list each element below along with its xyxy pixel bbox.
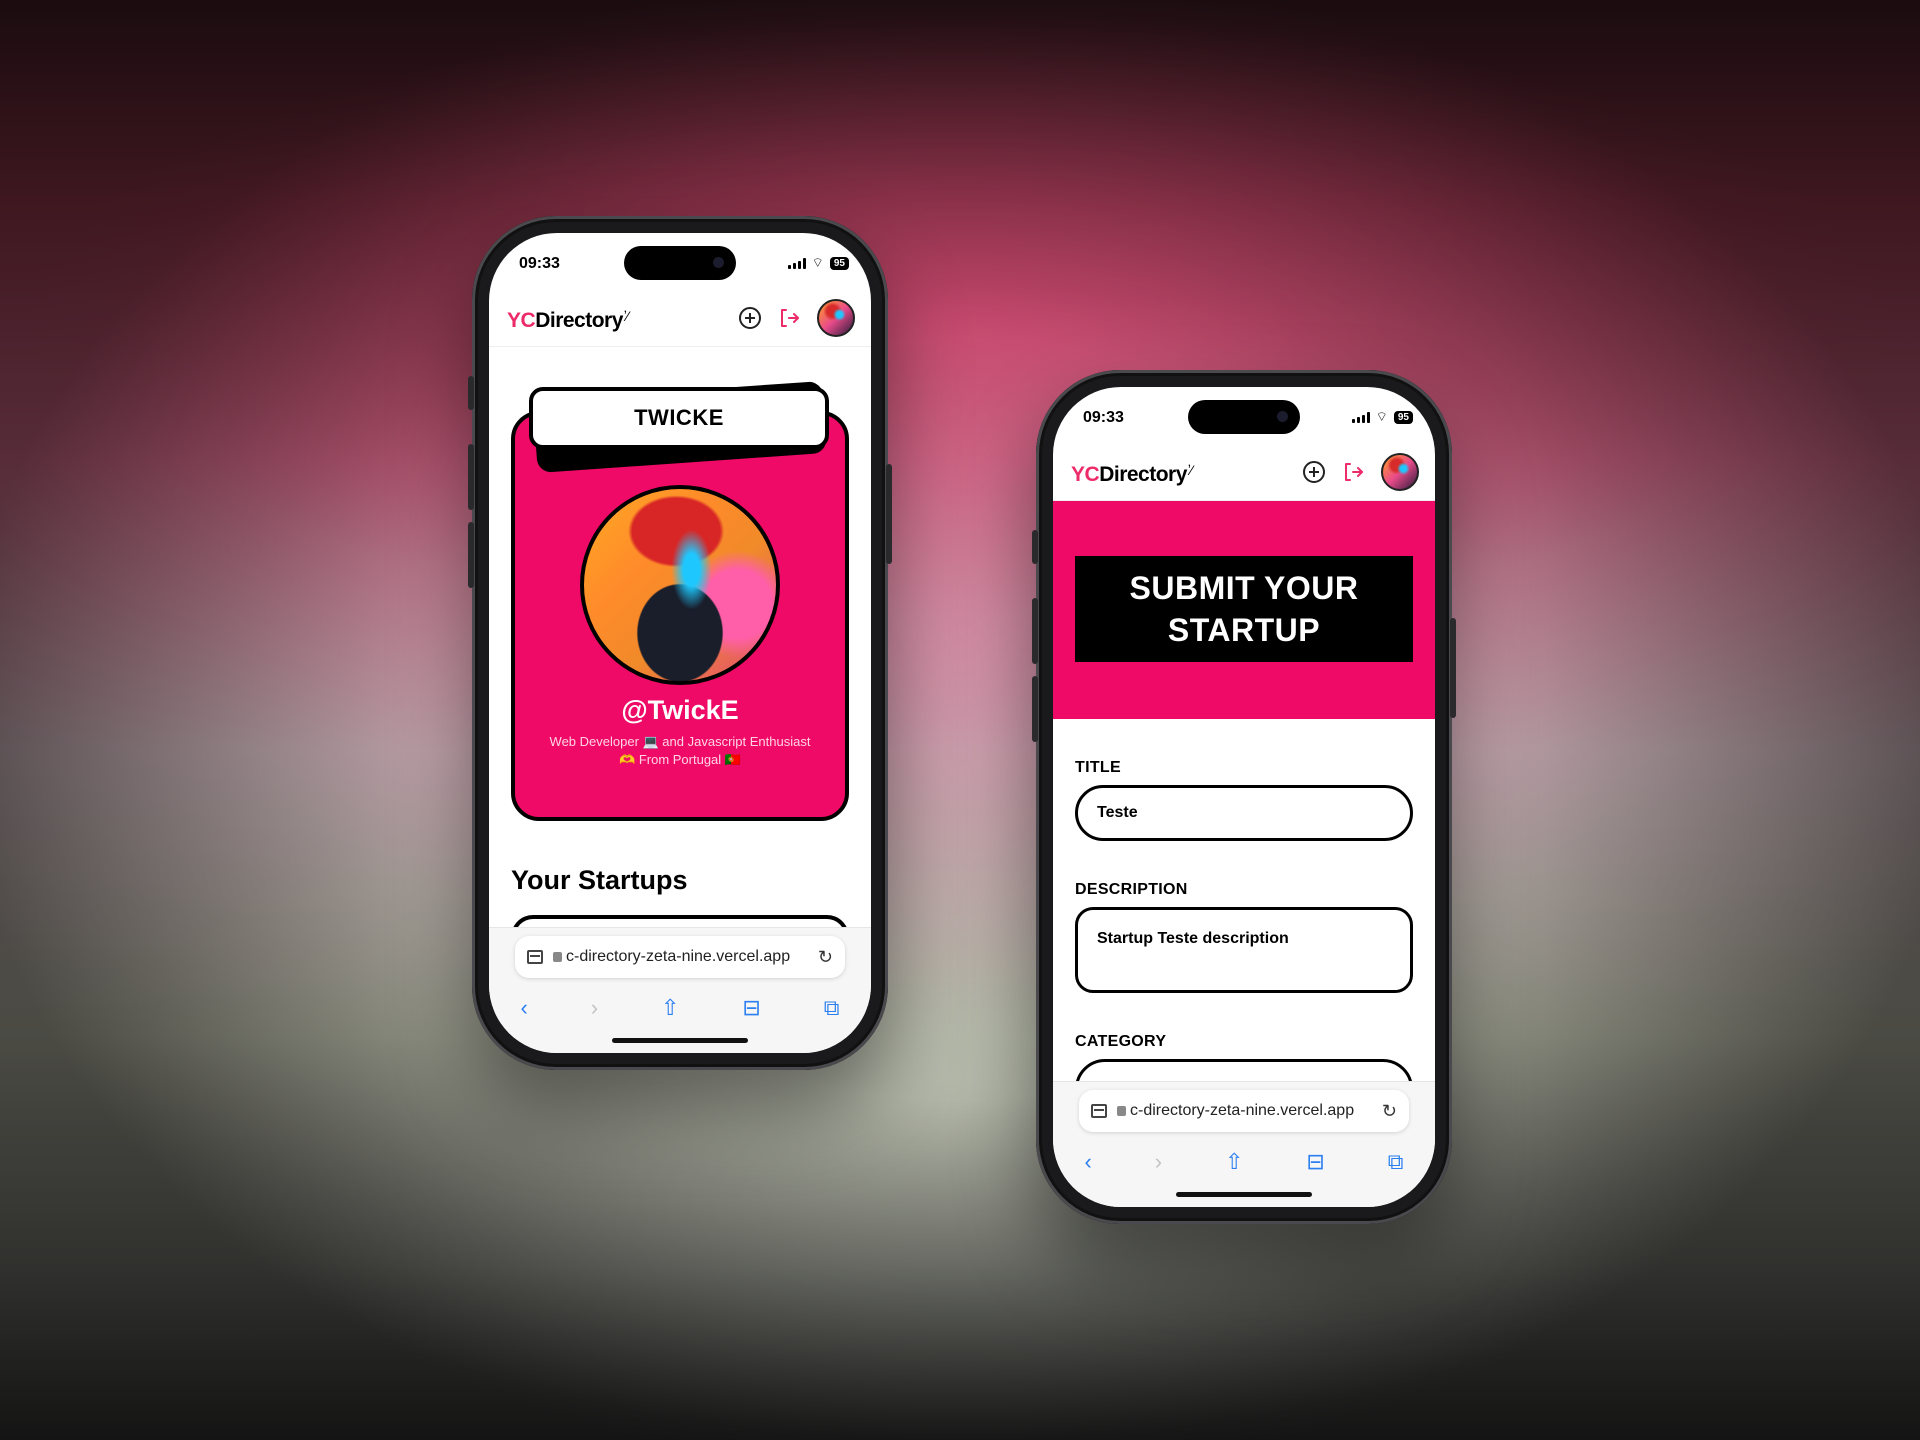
description-label: DESCRIPTION — [1075, 881, 1188, 898]
wifi-icon: ⌔ — [811, 255, 824, 270]
home-indicator — [612, 1038, 748, 1043]
title-label: TITLE — [1075, 759, 1121, 776]
tabs-icon[interactable]: ⧉ — [824, 995, 840, 1021]
bookmarks-icon[interactable]: ⊟ — [1306, 1149, 1324, 1175]
share-icon[interactable]: ⇧ — [1225, 1149, 1243, 1175]
tabs-icon[interactable]: ⧉ — [1388, 1149, 1404, 1175]
status-bar: 09:33 ⌔ 95 — [489, 233, 871, 289]
dynamic-island — [1188, 400, 1300, 434]
create-icon[interactable] — [739, 307, 761, 329]
page-icon[interactable] — [527, 950, 543, 964]
battery-indicator: 95 — [1393, 410, 1413, 424]
user-avatar[interactable] — [817, 299, 855, 337]
profile-bio: Web Developer 💻 and Javascript Enthusias… — [549, 734, 811, 767]
browser-bar: c-directory-zeta-nine.vercel.app ↻ ‹ › ⇧… — [1053, 1081, 1435, 1207]
profile-avatar — [580, 485, 780, 685]
lock-icon — [1117, 1106, 1126, 1116]
back-icon[interactable]: ‹ — [520, 995, 527, 1021]
back-icon[interactable]: ‹ — [1084, 1149, 1091, 1175]
create-icon[interactable] — [1303, 461, 1325, 483]
brand-logo[interactable]: YCDirectoryʼ⁄ — [507, 308, 629, 333]
logout-icon[interactable] — [1341, 460, 1365, 484]
browser-toolbar: ‹ › ⇧ ⊟ ⧉ — [1053, 1142, 1435, 1182]
screen-create: 09:33 ⌔ 95 YCDirectoryʼ⁄ SUBMIT YOUR STA… — [1053, 387, 1435, 1207]
forward-icon[interactable]: › — [591, 995, 598, 1021]
status-time: 09:33 — [519, 255, 560, 272]
screen-profile: 09:33 ⌔ 95 YCDirectoryʼ⁄ TWICKE @TwickE … — [489, 233, 871, 1053]
home-indicator — [1176, 1192, 1312, 1197]
logout-icon[interactable] — [777, 306, 801, 330]
url-text: c-directory-zeta-nine.vercel.app — [1130, 1102, 1355, 1119]
signal-icon — [1351, 411, 1370, 423]
status-time: 09:33 — [1083, 409, 1124, 426]
navbar: YCDirectoryʼ⁄ — [489, 289, 871, 347]
status-bar: 09:33 ⌔ 95 — [1053, 387, 1435, 443]
lock-icon — [553, 952, 562, 962]
address-bar[interactable]: c-directory-zeta-nine.vercel.app ↻ — [1079, 1090, 1409, 1132]
phone-create: 09:33 ⌔ 95 YCDirectoryʼ⁄ SUBMIT YOUR STA… — [1032, 370, 1456, 1224]
bookmarks-icon[interactable]: ⊟ — [742, 995, 760, 1021]
section-title: Your Startups — [511, 865, 688, 895]
hero-banner: SUBMIT YOUR STARTUP — [1053, 501, 1435, 719]
dynamic-island — [624, 246, 736, 280]
wifi-icon: ⌔ — [1375, 409, 1388, 424]
category-label: CATEGORY — [1075, 1033, 1167, 1050]
phone-profile: 09:33 ⌔ 95 YCDirectoryʼ⁄ TWICKE @TwickE … — [468, 216, 892, 1070]
brand-logo[interactable]: YCDirectoryʼ⁄ — [1071, 462, 1193, 487]
reload-icon[interactable]: ↻ — [1382, 1101, 1397, 1122]
background-vignette — [0, 0, 1920, 1440]
url-text: c-directory-zeta-nine.vercel.app — [566, 948, 791, 965]
description-textarea[interactable]: Startup Teste description — [1075, 907, 1413, 993]
forward-icon[interactable]: › — [1155, 1149, 1162, 1175]
navbar: YCDirectoryʼ⁄ — [1053, 443, 1435, 501]
profile-name-tag: TWICKE — [529, 387, 829, 449]
battery-indicator: 95 — [829, 256, 849, 270]
status-icons: ⌔ 95 — [1351, 409, 1413, 425]
status-icons: ⌔ 95 — [787, 255, 849, 271]
share-icon[interactable]: ⇧ — [661, 995, 679, 1021]
browser-toolbar: ‹ › ⇧ ⊟ ⧉ — [489, 988, 871, 1028]
hero-title: SUBMIT YOUR STARTUP — [1075, 556, 1413, 662]
user-avatar[interactable] — [1381, 453, 1419, 491]
profile-handle: @TwickE — [621, 695, 739, 725]
page-icon[interactable] — [1091, 1104, 1107, 1118]
browser-bar: c-directory-zeta-nine.vercel.app ↻ ‹ › ⇧… — [489, 927, 871, 1053]
address-bar[interactable]: c-directory-zeta-nine.vercel.app ↻ — [515, 936, 845, 978]
signal-icon — [787, 257, 806, 269]
reload-icon[interactable]: ↻ — [818, 947, 833, 968]
title-input[interactable]: Teste — [1075, 785, 1413, 841]
